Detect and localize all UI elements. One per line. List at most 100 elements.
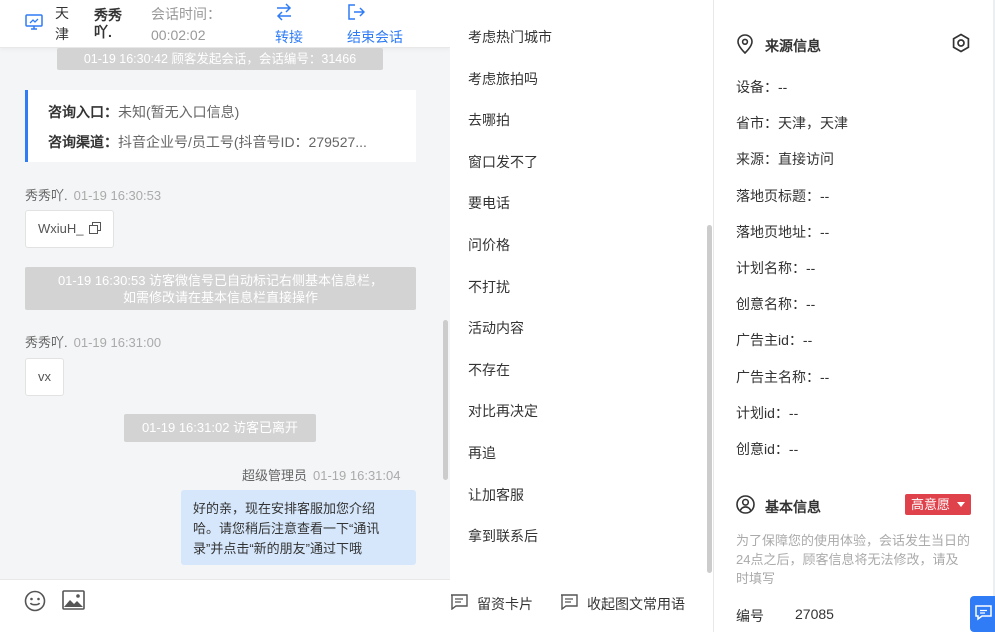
source-field-row: 创意名称：-- (736, 294, 815, 314)
source-field-row: 来源：直接访问 (736, 149, 834, 169)
sender-name: 秀秀吖. (25, 335, 68, 350)
message-sender-line: 秀秀吖. 01-19 16:30:53 (25, 185, 161, 204)
lead-card-label: 留资卡片 (477, 596, 533, 612)
transfer-button[interactable]: 转接 (275, 0, 315, 48)
message-card-icon (561, 594, 578, 610)
visitor-id-label: 编号 (736, 608, 764, 624)
quick-phrase-item[interactable]: 不打扰 (468, 277, 510, 297)
quick-phrase-item[interactable]: 考虑旅拍吗 (468, 69, 538, 89)
quick-phrase-panel: 考虑热门城市 考虑旅拍吗去哪拍窗口发不了要电话问价格不打扰活动内容不存在对比再决定… (450, 0, 713, 632)
session-time-label: 会话时间： (151, 6, 221, 22)
quick-phrase-item[interactable]: 要电话 (468, 193, 510, 213)
entry-value: 未知(暂无入口信息) (118, 104, 240, 120)
visitor-info-panel: 来源信息 设备：-- 省市：天津，天津 来源：直接访问 落地页标题：-- 落地页地址：-… (714, 0, 995, 632)
quick-phrase-item[interactable]: 对比再决定 (468, 401, 538, 421)
source-field-label: 广告主名称： (736, 369, 820, 385)
message-sender-line: 秀秀吖. 01-19 16:31:00 (25, 332, 161, 351)
chat-workspace: 天津 秀秀吖. 会话时间： 00:02:02 转接 结束会话 01-19 16:… (0, 0, 995, 632)
swap-arrows-icon (276, 3, 292, 21)
source-field-label: 省市： (736, 115, 778, 131)
auto-tag-line-1: 01-19 16:30:53 访客微信号已自动标记右侧基本信息栏， (57, 273, 384, 288)
source-field-row: 广告主id：-- (736, 330, 812, 350)
basic-title: 基本信息 (765, 499, 821, 515)
reply-line-3: 录”并点击“新的朋友”通过下哦 (193, 541, 362, 556)
source-field-label: 落地页标题： (736, 188, 820, 204)
edit-notice: 为了保障您的使用体验，会话发生当日的24点之后，顾客信息将无法修改，请及时填写 (736, 533, 971, 586)
source-field-value: -- (806, 296, 816, 312)
incoming-message[interactable]: vx (25, 358, 64, 396)
location-pin-icon (737, 34, 753, 54)
message-text: vx (38, 369, 51, 384)
source-field-label: 计划名称： (736, 260, 806, 276)
chat-scrollbar[interactable] (443, 320, 448, 480)
incoming-message[interactable]: WxiuH_ (25, 210, 115, 248)
source-field-row: 计划id：-- (736, 403, 798, 423)
source-field-row: 广告主名称：-- (736, 367, 829, 387)
source-field-label: 设备： (736, 79, 778, 95)
channel-value: 抖音企业号/员工号(抖音号ID：279527... (118, 134, 367, 150)
consult-info-card: 咨询入口：未知(暂无入口信息) 咨询渠道：抖音企业号/员工号(抖音号ID：279… (25, 90, 416, 162)
user-circle-icon (736, 495, 755, 514)
end-session-label: 结束会话 (347, 29, 403, 45)
chat-panel: 天津 秀秀吖. 会话时间： 00:02:02 转接 结束会话 01-19 16:… (0, 0, 450, 632)
source-title: 来源信息 (765, 38, 821, 54)
visitor-name: 秀秀吖. (94, 7, 122, 40)
source-field-row: 省市：天津，天津 (736, 113, 848, 133)
auto-tag-line-2: 如需修改请在基本信息栏直接操作 (122, 290, 318, 305)
outgoing-message[interactable]: 好的亲，现在安排客服加您介绍 哈。请您稍后注意查看一下“通讯 录”并点击“新的朋… (181, 490, 416, 565)
quick-phrase-item[interactable]: 问价格 (468, 235, 510, 255)
quick-phrase-item[interactable]: 窗口发不了 (468, 152, 538, 172)
source-field-label: 创意id： (736, 441, 789, 457)
phrase-scrollbar[interactable] (707, 225, 712, 573)
entry-row: 咨询入口：未知(暂无入口信息) (48, 102, 398, 122)
transfer-label: 转接 (275, 29, 303, 45)
visitor-city: 天津 (55, 5, 69, 42)
reply-line-2: 哈。请您稍后注意查看一下“通讯 (193, 521, 380, 536)
collapse-phrases-label: 收起图文常用语 (587, 596, 685, 612)
source-field-value: -- (820, 224, 830, 240)
message-time: 01-19 16:31:04 (313, 468, 401, 483)
gear-icon[interactable] (951, 33, 971, 53)
source-field-row: 创意id：-- (736, 439, 798, 459)
visitor-id-value: 27085 (795, 606, 834, 622)
sender-name: 秀秀吖. (25, 188, 68, 203)
exit-icon (348, 4, 365, 20)
phrase-toolbar: 留资卡片 收起图文常用语 (450, 579, 713, 632)
source-field-label: 创意名称： (736, 296, 806, 312)
message-time: 01-19 16:30:53 (73, 188, 162, 203)
emoji-icon[interactable] (24, 590, 46, 612)
message-card-icon (451, 594, 468, 610)
quick-phrase-item[interactable]: 去哪拍 (468, 110, 510, 130)
intent-dropdown[interactable]: 高意愿 (905, 494, 971, 515)
session-time-value: 00:02:02 (151, 27, 206, 43)
reply-sender-line: 超级管理员 01-19 16:31:04 (242, 465, 400, 484)
source-field-value: -- (806, 260, 816, 276)
source-field-value: -- (802, 332, 813, 348)
copy-icon[interactable] (89, 222, 102, 234)
quick-phrase-item[interactable]: 再追 (468, 443, 496, 463)
quick-phrase-item[interactable]: 活动内容 (468, 318, 524, 338)
quick-phrase-item[interactable]: 拿到联系后 (468, 526, 538, 546)
entry-label: 咨询入口： (48, 104, 118, 120)
source-field-label: 广告主id： (736, 332, 803, 348)
reply-line-1: 好的亲，现在安排客服加您介绍 (193, 501, 376, 516)
float-chat-button[interactable] (970, 596, 995, 632)
message-time: 01-19 16:31:00 (73, 335, 162, 350)
chat-input-toolbar (0, 579, 450, 632)
end-session-button[interactable]: 结束会话 (347, 0, 417, 48)
source-field-value: -- (820, 369, 830, 385)
source-field-row: 落地页标题：-- (736, 186, 829, 206)
quick-phrase-item[interactable]: 不存在 (468, 360, 510, 380)
auto-tag-notice: 01-19 16:30:53 访客微信号已自动标记右侧基本信息栏， 如需修改请在… (25, 267, 416, 310)
source-field-label: 落地页地址： (736, 224, 820, 240)
sender-name: 超级管理员 (242, 468, 308, 483)
channel-row: 咨询渠道：抖音企业号/员工号(抖音号ID：279527... (48, 132, 398, 152)
source-field-value: -- (820, 188, 830, 204)
quick-phrase-item[interactable]: 考虑热门城市 (468, 27, 552, 47)
image-icon[interactable] (62, 590, 85, 610)
intent-value: 高意愿 (911, 497, 951, 512)
source-field-row: 落地页地址：-- (736, 222, 829, 242)
quick-phrase-item[interactable]: 让加客服 (468, 485, 524, 505)
message-text: WxiuH_ (38, 221, 84, 236)
chat-header: 天津 秀秀吖. 会话时间： 00:02:02 转接 结束会话 (0, 0, 450, 48)
